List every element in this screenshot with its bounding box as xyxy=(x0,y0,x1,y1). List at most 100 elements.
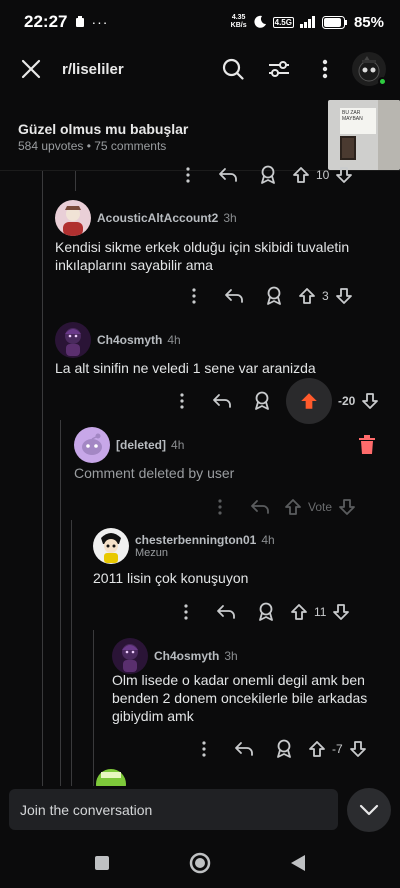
home-button[interactable] xyxy=(185,848,215,878)
more-options-button[interactable] xyxy=(200,493,240,521)
search-icon xyxy=(222,58,244,80)
reply-icon xyxy=(251,500,269,514)
reply-button[interactable] xyxy=(208,161,248,189)
comment-username[interactable]: Ch4osmyth xyxy=(154,649,219,663)
post-thumbnail[interactable]: BU ZAR MAYBAN xyxy=(328,100,400,170)
award-button[interactable] xyxy=(248,161,288,189)
online-status-dot xyxy=(378,77,387,86)
delete-button[interactable] xyxy=(358,435,380,457)
avatar-icon xyxy=(101,533,121,563)
reply-button[interactable] xyxy=(214,282,254,310)
user-avatar[interactable] xyxy=(55,200,91,236)
comment-header: AcousticAltAccount2 3h xyxy=(55,200,237,236)
more-vertical-icon xyxy=(184,604,188,620)
more-options-button[interactable] xyxy=(166,598,206,626)
reply-icon xyxy=(225,289,243,303)
more-options-button[interactable] xyxy=(168,161,208,189)
thread-line xyxy=(60,420,61,786)
award-button[interactable] xyxy=(254,282,294,310)
user-avatar[interactable] xyxy=(93,528,129,564)
comment-username[interactable]: chesterbennington01 xyxy=(135,533,256,547)
upvote-icon[interactable] xyxy=(292,166,310,184)
downvote-icon[interactable] xyxy=(361,392,379,410)
battery-icon xyxy=(321,15,347,29)
search-button[interactable] xyxy=(210,49,256,89)
award-button[interactable] xyxy=(246,598,286,626)
avatar-icon xyxy=(96,769,126,786)
award-button[interactable] xyxy=(264,735,304,763)
more-options-button[interactable] xyxy=(162,387,202,415)
award-button[interactable] xyxy=(242,387,282,415)
user-avatar[interactable] xyxy=(112,638,148,674)
downvote-icon[interactable] xyxy=(332,603,350,621)
signal-icon xyxy=(299,16,315,28)
upvote-button-active[interactable] xyxy=(286,378,332,424)
user-avatar[interactable] xyxy=(352,52,387,86)
join-conversation-input[interactable]: Join the conversation xyxy=(9,789,338,830)
user-flair: Mezun xyxy=(135,547,169,559)
chevron-down-icon xyxy=(359,804,379,816)
comment-actions: 11 xyxy=(166,598,350,626)
vote-count: Vote xyxy=(308,500,333,514)
notification-icon xyxy=(76,16,85,27)
downvote-icon[interactable] xyxy=(349,740,367,758)
upvote-icon[interactable] xyxy=(284,498,302,516)
close-icon xyxy=(21,59,41,79)
comment-time: 3h xyxy=(224,649,238,663)
sliders-icon xyxy=(269,61,289,77)
reply-icon xyxy=(219,168,237,182)
comment-header: Ch4osmyth 4h xyxy=(55,322,181,358)
comment-username[interactable]: Ch4osmyth xyxy=(97,333,162,347)
award-icon xyxy=(259,602,273,621)
triangle-back-icon xyxy=(291,855,305,871)
user-avatar[interactable] xyxy=(55,322,91,358)
reply-button[interactable] xyxy=(202,387,242,415)
back-button[interactable] xyxy=(283,848,313,878)
sort-filter-button[interactable] xyxy=(256,49,302,89)
upvote-icon[interactable] xyxy=(308,740,326,758)
comment-body: Comment deleted by user xyxy=(74,465,235,481)
downvote-icon[interactable] xyxy=(335,166,353,184)
post-title[interactable]: Güzel olmus mu babuşlar xyxy=(18,121,188,137)
avatar-icon xyxy=(122,644,138,672)
recents-button[interactable] xyxy=(87,848,117,878)
downvote-icon[interactable] xyxy=(335,287,353,305)
collapse-button[interactable] xyxy=(347,788,391,832)
comment-actions: -7 xyxy=(184,735,367,763)
reply-icon xyxy=(217,605,235,619)
more-vertical-icon xyxy=(180,393,184,409)
post-meta: 584 upvotes • 75 comments xyxy=(18,139,167,153)
comment-actions: 10 xyxy=(168,161,353,189)
comment-body: Olm lisede o kadar onemli degil amk ben … xyxy=(112,672,368,724)
upvote-icon[interactable] xyxy=(290,603,308,621)
downvote-icon[interactable] xyxy=(338,498,356,516)
square-icon xyxy=(95,856,109,870)
trash-icon xyxy=(359,435,375,454)
close-button[interactable] xyxy=(18,56,44,82)
network-type: 4.5G xyxy=(272,16,294,28)
avatar-icon xyxy=(65,328,81,356)
reply-button[interactable] xyxy=(224,735,264,763)
comment-actions: Vote xyxy=(200,493,356,521)
thread-line xyxy=(75,171,76,191)
reply-button[interactable] xyxy=(240,493,280,521)
more-options-button[interactable] xyxy=(174,282,214,310)
upvote-icon[interactable] xyxy=(298,287,316,305)
thumbnail-shelf xyxy=(378,100,400,170)
vote-count: -20 xyxy=(338,394,356,408)
comment-header: [deleted] 4h xyxy=(74,427,184,463)
reply-button[interactable] xyxy=(206,598,246,626)
circle-icon xyxy=(189,852,211,874)
subreddit-name[interactable]: r/liseliler xyxy=(62,61,124,78)
comment-actions: -20 xyxy=(162,378,379,424)
more-options-button[interactable] xyxy=(184,735,224,763)
comment-time: 4h xyxy=(261,533,275,547)
next-comment-avatar xyxy=(95,768,127,786)
comment-actions: 3 xyxy=(174,282,353,310)
overflow-menu-button[interactable] xyxy=(302,49,348,89)
top-app-bar: r/liseliler xyxy=(0,44,400,94)
comment-header: chesterbennington01 4h Mezun xyxy=(93,528,275,564)
thread-line xyxy=(71,520,72,786)
comment-username[interactable]: AcousticAltAccount2 xyxy=(97,211,218,225)
vote-count: 3 xyxy=(322,289,329,303)
